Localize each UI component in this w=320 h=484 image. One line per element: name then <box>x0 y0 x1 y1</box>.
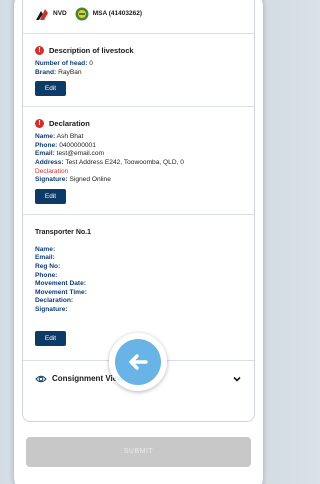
edit-transporter-button[interactable]: Edit <box>35 330 66 346</box>
transporter-field: Phone: <box>35 272 242 281</box>
field-label: Declaration: <box>35 297 74 305</box>
livestock-section: ! Description of livestock Number of hea… <box>23 34 254 108</box>
declaration-field-signature: Signature: Signed Online <box>35 176 242 185</box>
nvd-tag: NVD <box>35 7 67 21</box>
declaration-section: ! Declaration Name: Ash Bhat Phone: 0400… <box>23 107 254 215</box>
edit-livestock-button[interactable]: Edit <box>35 81 66 97</box>
field-label: Signature: <box>35 176 68 184</box>
phone-frame: NVD MSA (41403262) ! Description of live… <box>14 0 263 484</box>
field-label: Movement Date: <box>35 280 86 288</box>
field-label: Phone: <box>35 271 58 279</box>
declaration-field-address: Address: Test Address E242, Toowoomba, Q… <box>35 159 242 168</box>
declaration-warning-text: Declaration <box>35 167 69 175</box>
chevron-down-icon[interactable] <box>232 374 242 384</box>
transporter-field: Reg No: <box>35 263 242 272</box>
msa-label: MSA (41403262) <box>92 10 142 17</box>
transporter-field: Movement Date: <box>35 280 242 289</box>
alert-icon: ! <box>35 119 44 129</box>
alert-icon: ! <box>35 46 44 55</box>
touch-cursor-indicator <box>109 333 167 391</box>
livestock-field-brand: Brand: RayBan <box>35 69 242 78</box>
field-label: Movement Time: <box>35 288 87 296</box>
field-value: 0 <box>89 60 93 67</box>
livestock-title-row: ! Description of livestock <box>35 46 242 55</box>
field-label: Name: <box>35 133 56 141</box>
edit-declaration-button[interactable]: Edit <box>35 188 66 204</box>
msa-logo-icon <box>75 7 89 20</box>
field-label: Email: <box>35 254 55 262</box>
declaration-title: Declaration <box>49 119 90 129</box>
nvd-logo-icon <box>36 8 48 20</box>
declaration-field-phone: Phone: 0400000001 <box>35 142 242 151</box>
field-value: Ash Bhat <box>56 133 84 141</box>
field-label: Email: <box>35 150 55 158</box>
declaration-field-email: Email: test@email.com <box>35 150 242 159</box>
transporter-field: Name: <box>35 246 242 255</box>
nvd-label: NVD <box>53 10 67 17</box>
field-label: Phone: <box>35 141 58 149</box>
transporter-title: Transporter No.1 <box>35 228 92 236</box>
nvd-msa-header: NVD MSA (41403262) <box>23 0 254 34</box>
field-label: Brand: <box>35 68 57 76</box>
cursor-inner <box>115 339 161 385</box>
field-value: Test Address E242, Toowoomba, QLD, 0 <box>65 158 184 166</box>
livestock-field-head: Number of head: 0 <box>35 60 242 69</box>
field-label: Address: <box>35 158 64 166</box>
field-label: Reg No: <box>35 262 61 270</box>
field-value: RayBan <box>58 68 82 76</box>
transporter-field: Email: <box>35 254 242 263</box>
submit-button[interactable]: SUBMIT <box>26 437 251 467</box>
field-label: Number of head: <box>35 60 88 67</box>
transporter-field: Declaration: <box>35 297 242 306</box>
field-label: Signature: <box>35 305 68 313</box>
declaration-field-name: Name: Ash Bhat <box>35 133 242 142</box>
field-value: test@email.com <box>56 150 105 158</box>
declaration-title-row: ! Declaration <box>35 119 242 129</box>
field-label: Name: <box>35 245 56 253</box>
livestock-title: Description of livestock <box>49 46 134 55</box>
msa-tag: MSA (41403262) <box>67 7 142 21</box>
transporter-field: Signature: <box>35 306 242 315</box>
arrow-left-icon <box>129 354 148 370</box>
transporter-field: Movement Time: <box>35 289 242 298</box>
field-value: Signed Online <box>69 176 111 184</box>
field-value: 0400000001 <box>59 141 96 149</box>
eye-icon <box>35 375 47 382</box>
